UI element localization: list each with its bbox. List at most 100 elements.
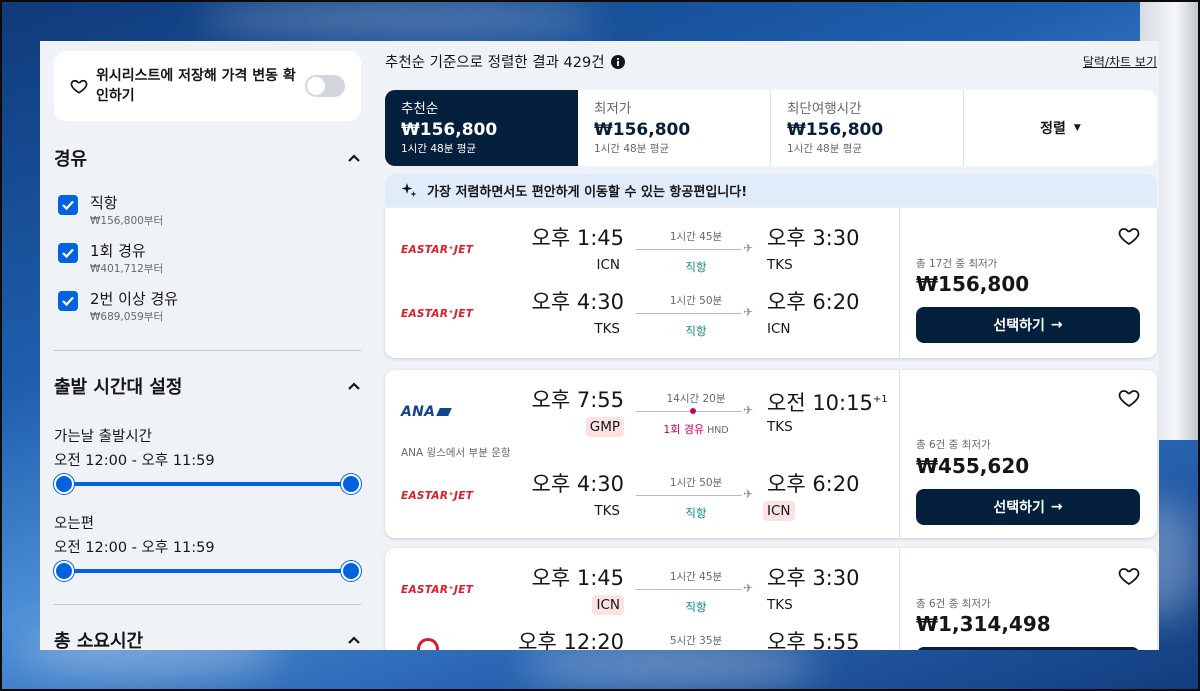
stops-filter-header[interactable]: 경유 — [54, 143, 361, 173]
sort-dropdown-label: 정렬 — [1040, 121, 1066, 137]
jal-crane-logo — [417, 638, 439, 650]
arrival-airport: TKS — [767, 597, 793, 613]
price-panel: 총 6건 중 최저가 ₩455,620 선택하기 → — [899, 370, 1157, 538]
arrival-time: 오전 10:15+1 — [767, 386, 888, 417]
route-line — [636, 589, 742, 590]
departure-time: 오후 7:55 — [531, 388, 624, 412]
tab-price: ₩156,800 — [594, 120, 691, 140]
plane-icon: ✈ — [743, 305, 754, 319]
tab-recommended[interactable]: 추천순 ₩156,800 1시간 48분 평균 — [385, 90, 578, 166]
checkmark-icon — [62, 200, 74, 211]
best-flight-banner: 가장 저렴하면서도 편안하게 이동할 수 있는 항공편입니다! — [385, 174, 1157, 206]
airline-logo: EASTAR⁺JET — [401, 244, 474, 256]
via-airport: HND — [707, 425, 729, 436]
return-slider-end-handle[interactable] — [341, 561, 361, 581]
sort-tabs: 추천순 ₩156,800 1시간 48분 평균 최저가 ₩156,800 1시간… — [385, 90, 1157, 166]
stops-count: 1회 경유 — [663, 423, 705, 436]
tab-label: 추천순 — [401, 101, 439, 117]
airline-logo: EASTAR⁺JET — [401, 584, 474, 596]
stops-label: 직항 — [685, 260, 707, 274]
stops-label: 1회 경유 HND — [636, 421, 756, 437]
return-time-slider[interactable] — [64, 569, 352, 573]
return-time-range: 오전 12:00 - 오후 11:59 — [54, 540, 215, 556]
total-duration-title: 총 소요시간 — [54, 631, 144, 650]
tab-fastest[interactable]: 최단여행시간 ₩156,800 1시간 48분 평균 — [771, 90, 964, 166]
heart-icon[interactable] — [1117, 224, 1141, 248]
airline-logo: ANA — [401, 404, 453, 420]
price-panel: 총 6건 중 최저가 ₩1,314,498 — [899, 548, 1157, 650]
select-button[interactable]: 선택하기 → — [916, 489, 1140, 525]
outbound-leg: ANA 오후 7:55 GMP 14시간 20분 ✈ 1회 경유 HND 오전 1… — [385, 382, 899, 442]
sort-dropdown[interactable]: 정렬 ▼ — [964, 90, 1157, 166]
flight-result-card[interactable]: EASTAR⁺JET 오후 1:45 ICN 1시간 45분 ✈ 직항 오후 3… — [385, 548, 1157, 650]
outbound-slider-start-handle[interactable] — [54, 474, 74, 494]
departure-time-header[interactable]: 출발 시간대 설정 — [54, 371, 361, 401]
arrow-right-icon: → — [1050, 499, 1063, 515]
banner-text: 가장 저렴하면서도 편안하게 이동할 수 있는 항공편입니다! — [427, 184, 748, 200]
departure-airport: TKS — [594, 503, 620, 519]
wishlist-price-alert-card: 위시리스트에 저장해 가격 변동 확인하기 — [54, 51, 361, 121]
option-label: 2번 이상 경유 — [90, 290, 179, 308]
price-note: 총 6건 중 최저가 — [916, 439, 991, 451]
arrival-time: 오후 3:30 — [767, 226, 860, 250]
stops-filter-title: 경유 — [54, 149, 88, 170]
departure-time: 오후 12:20 — [518, 630, 624, 650]
arrival-time: 오후 3:30 — [767, 566, 860, 590]
flight-duration: 1시간 50분 — [669, 477, 723, 489]
total-duration-header[interactable]: 총 소요시간 — [54, 625, 361, 650]
checkbox-checked[interactable] — [58, 291, 78, 311]
plane-icon: ✈ — [743, 241, 754, 255]
flight-duration: 14시간 20분 — [666, 393, 726, 405]
tab-average-duration: 1시간 48분 평균 — [594, 143, 670, 155]
airline-logo-text: ANA — [401, 404, 436, 420]
option-label: 직항 — [90, 194, 118, 212]
plane-icon: ✈ — [743, 581, 754, 595]
select-button[interactable] — [916, 647, 1140, 650]
chevron-up-icon — [348, 154, 360, 162]
ana-logo-stripe — [436, 408, 453, 416]
stops-option-two-plus[interactable]: 2번 이상 경유 ₩689,059부터 — [58, 289, 178, 325]
route-line — [636, 249, 742, 250]
route-line — [636, 313, 742, 314]
checkbox-checked[interactable] — [58, 243, 78, 263]
flight-results-page: 위시리스트에 저장해 가격 변동 확인하기 경유 직항 ₩156,800부터 1 — [40, 41, 1159, 650]
price-note: 총 6건 중 최저가 — [916, 598, 991, 610]
outbound-time-slider[interactable] — [64, 482, 352, 486]
route-line — [636, 411, 742, 412]
stopover-dot — [690, 408, 696, 414]
heart-icon[interactable] — [1117, 386, 1141, 410]
calendar-chart-link[interactable]: 달력/차트 보기 — [1083, 53, 1157, 70]
checkbox-checked[interactable] — [58, 195, 78, 215]
stops-option-direct[interactable]: 직항 ₩156,800부터 — [58, 193, 163, 229]
select-button[interactable]: 선택하기 → — [916, 307, 1140, 343]
price-alert-toggle[interactable] — [305, 75, 345, 97]
route-line — [636, 495, 742, 496]
return-slider-start-handle[interactable] — [54, 561, 74, 581]
stops-label: 직항 — [685, 600, 707, 614]
airline-logo: EASTAR⁺JET — [401, 308, 474, 320]
stops-option-one-stop[interactable]: 1회 경유 ₩401,712부터 — [58, 241, 163, 277]
outbound-time-label: 가는날 출발시간 — [54, 429, 152, 445]
heart-icon[interactable] — [1117, 564, 1141, 588]
flight-duration: 5시간 35분 — [669, 635, 723, 647]
tab-label: 최단여행시간 — [787, 101, 862, 117]
chevron-up-icon — [348, 382, 360, 390]
toggle-knob — [307, 77, 325, 95]
arrival-airport-changed: ICN — [763, 501, 795, 521]
sparkle-icon — [401, 183, 417, 197]
outbound-slider-end-handle[interactable] — [341, 474, 361, 494]
info-icon[interactable] — [610, 54, 625, 69]
outbound-leg: EASTAR⁺JET 오후 1:45 ICN 1시간 45분 ✈ 직항 오후 3… — [385, 220, 899, 280]
stops-label: 직항 — [685, 506, 707, 520]
arrival-airport: TKS — [767, 419, 793, 435]
outbound-time-range: 오전 12:00 - 오후 11:59 — [54, 453, 215, 469]
flight-result-card[interactable]: ANA 오후 7:55 GMP 14시간 20분 ✈ 1회 경유 HND 오전 1… — [385, 370, 1157, 538]
tab-cheapest[interactable]: 최저가 ₩156,800 1시간 48분 평균 — [578, 90, 771, 166]
price: ₩1,314,498 — [916, 612, 1051, 636]
arrival-time-text: 오전 10:15 — [767, 391, 873, 415]
tab-price: ₩156,800 — [401, 120, 498, 140]
wishlist-label: 위시리스트에 저장해 가격 변동 확인하기 — [96, 68, 296, 104]
departure-airport-changed: ICN — [592, 595, 624, 615]
return-leg: 오후 12:20 5시간 35분 오후 5:55 — [385, 624, 899, 650]
flight-result-card[interactable]: EASTAR⁺JET 오후 1:45 ICN 1시간 45분 ✈ 직항 오후 3… — [385, 208, 1157, 358]
